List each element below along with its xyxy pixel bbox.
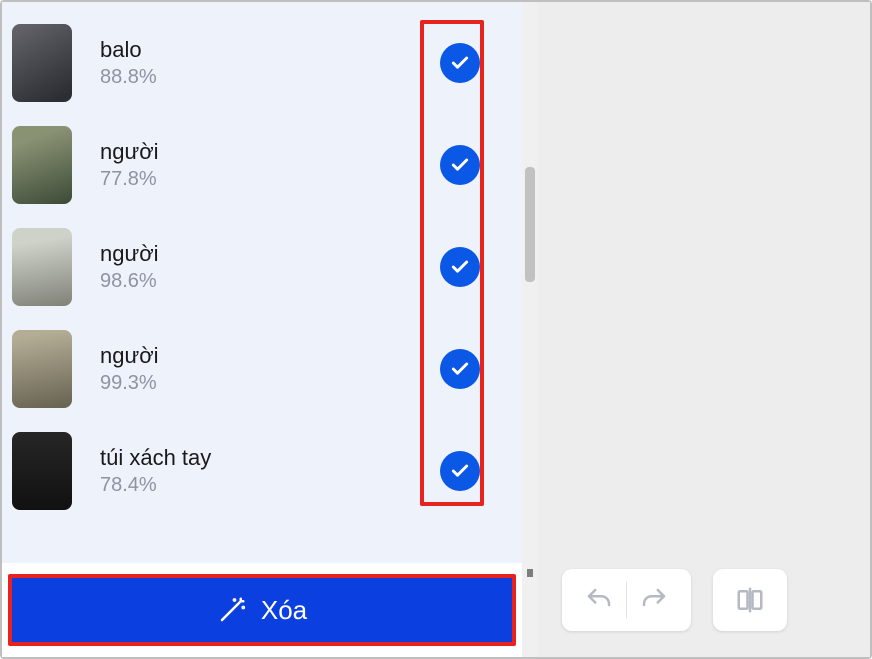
selection-check[interactable] — [440, 247, 480, 287]
detection-name: người — [100, 137, 412, 167]
detection-thumbnail — [12, 228, 72, 306]
detection-labels: túi xách tay 78.4% — [100, 443, 412, 500]
detection-labels: balo 88.8% — [100, 35, 412, 92]
compare-icon — [735, 585, 765, 615]
selection-check[interactable] — [440, 349, 480, 389]
delete-button[interactable]: Xóa — [12, 578, 512, 642]
detection-confidence: 98.6% — [100, 268, 412, 295]
compare-group — [713, 569, 787, 631]
delete-button-label: Xóa — [261, 595, 307, 626]
selection-check[interactable] — [440, 43, 480, 83]
scrollbar[interactable] — [522, 2, 538, 657]
magic-wand-icon — [217, 595, 247, 625]
detection-name: người — [100, 239, 412, 269]
list-item[interactable]: người 98.6% — [12, 216, 480, 318]
list-item[interactable]: túi xách tay 78.4% — [12, 420, 480, 522]
redo-icon — [639, 585, 669, 615]
selection-check[interactable] — [440, 451, 480, 491]
action-bar: Xóa — [2, 563, 522, 657]
redo-button[interactable] — [627, 576, 681, 624]
detection-name: túi xách tay — [100, 443, 412, 473]
detections-panel: balo 88.8% người 77.8% — [2, 2, 522, 657]
detection-labels: người 77.8% — [100, 137, 412, 194]
detection-confidence: 78.4% — [100, 472, 412, 499]
check-icon — [450, 359, 470, 379]
selection-check[interactable] — [440, 145, 480, 185]
undo-icon — [584, 585, 614, 615]
detection-thumbnail — [12, 126, 72, 204]
detection-thumbnail — [12, 24, 72, 102]
canvas-toolbar — [562, 569, 787, 631]
detection-name: balo — [100, 35, 412, 65]
app-window: balo 88.8% người 77.8% — [0, 0, 872, 659]
delete-highlight: Xóa — [8, 574, 516, 646]
check-icon — [450, 461, 470, 481]
compare-button[interactable] — [723, 576, 777, 624]
canvas-panel — [538, 2, 870, 657]
check-icon — [450, 257, 470, 277]
detection-thumbnail — [12, 330, 72, 408]
detection-labels: người 99.3% — [100, 341, 412, 398]
undo-button[interactable] — [572, 576, 626, 624]
detection-thumbnail — [12, 432, 72, 510]
list-item[interactable]: người 77.8% — [12, 114, 480, 216]
detection-confidence: 99.3% — [100, 370, 412, 397]
detections-list: balo 88.8% người 77.8% — [2, 2, 522, 563]
list-item[interactable]: balo 88.8% — [12, 12, 480, 114]
history-group — [562, 569, 691, 631]
list-item[interactable]: người 99.3% — [12, 318, 480, 420]
check-icon — [450, 53, 470, 73]
detection-labels: người 98.6% — [100, 239, 412, 296]
detection-confidence: 88.8% — [100, 64, 412, 91]
check-icon — [450, 155, 470, 175]
detection-confidence: 77.8% — [100, 166, 412, 193]
detection-name: người — [100, 341, 412, 371]
